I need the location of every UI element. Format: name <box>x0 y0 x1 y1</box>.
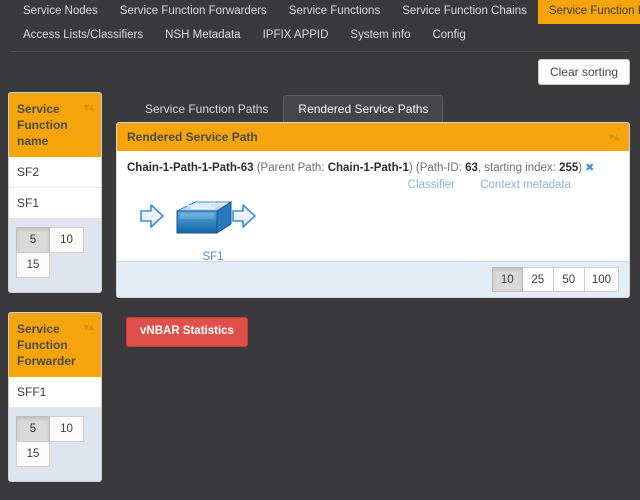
nav-item-service-nodes[interactable]: Service Nodes <box>12 0 109 24</box>
nav-item-service-function-chains[interactable]: Service Function Chains <box>391 0 538 24</box>
page-layout: Service Function name ▾▴ SF2 SF1 5 10 15… <box>0 92 640 500</box>
main-content: Service Function Paths Rendered Service … <box>116 92 630 347</box>
vnbar-section: vNBAR Statistics <box>116 298 630 347</box>
card-body: Chain-1-Path-1-Path-63 (Parent Path: Cha… <box>117 151 629 263</box>
nav-item-ipfix-appid[interactable]: IPFIX APPID <box>252 24 340 48</box>
panel-service-function-name: Service Function name ▾▴ SF2 SF1 5 10 15 <box>8 92 102 293</box>
context-metadata-link[interactable]: Context metadata <box>480 179 571 191</box>
page-size-50-button[interactable]: 50 <box>553 267 585 292</box>
list-item[interactable]: SF2 <box>9 157 101 188</box>
vnbar-statistics-button[interactable]: vNBAR Statistics <box>126 317 248 347</box>
page-size-group: 10 25 50 100 <box>491 267 619 292</box>
nav-item-system-info[interactable]: System info <box>339 24 421 48</box>
path-name: Chain-1-Path-1-Path-63 <box>127 162 254 174</box>
panel-service-function-forwarder: Service Function Forwarder ▾▴ SFF1 5 10 … <box>8 312 102 482</box>
panel-header-service-function-forwarder[interactable]: Service Function Forwarder ▾▴ <box>9 313 101 377</box>
page-size-5-button[interactable]: 5 <box>16 416 50 442</box>
page-size-10-button[interactable]: 10 <box>50 416 84 442</box>
page-size-10-button[interactable]: 10 <box>50 227 84 253</box>
nav-item-service-function-forwarders[interactable]: Service Function Forwarders <box>109 0 278 24</box>
sort-icon[interactable]: ▾▴ <box>609 132 619 143</box>
page-size-15-button[interactable]: 15 <box>16 441 50 467</box>
nav-item-config[interactable]: Config <box>421 24 476 48</box>
nav-row-primary: Service Nodes Service Function Forwarder… <box>0 0 640 24</box>
nav-row-secondary: Access Lists/Classifiers NSH Metadata IP… <box>0 24 640 48</box>
pagination-service-function-forwarder: 5 10 15 <box>9 408 101 481</box>
close-icon[interactable]: ✖ <box>582 162 594 174</box>
page-size-100-button[interactable]: 100 <box>584 267 619 292</box>
list-item[interactable]: SFF1 <box>9 377 101 408</box>
starting-index-value: 255 <box>559 162 579 174</box>
parent-path-value: Chain-1-Path-1 <box>327 162 409 174</box>
nav-item-nsh-metadata[interactable]: NSH Metadata <box>154 24 251 48</box>
card-header-rendered-service-path[interactable]: Rendered Service Path ▾▴ <box>117 123 629 151</box>
list-item[interactable]: SF1 <box>9 188 101 219</box>
tab-rendered-service-paths[interactable]: Rendered Service Paths <box>283 95 444 122</box>
panel-title: Service Function name <box>17 102 68 148</box>
panel-title: Service Function Forwarder <box>17 322 76 368</box>
classifier-link[interactable]: Classifier <box>408 179 455 191</box>
pagination-service-function-name: 5 10 15 <box>9 219 101 292</box>
card-links: Classifier Context metadata <box>127 176 619 191</box>
top-navigation: Service Nodes Service Function Forwarder… <box>0 0 640 52</box>
card-title: Rendered Service Path <box>127 130 258 144</box>
rendered-service-path-card: Rendered Service Path ▾▴ Chain-1-Path-1-… <box>116 122 630 298</box>
rendered-service-path-summary: Chain-1-Path-1-Path-63 (Parent Path: Cha… <box>127 160 619 176</box>
card-footer-pagination: 10 25 50 100 <box>117 261 629 297</box>
nav-item-service-functions[interactable]: Service Functions <box>278 0 391 24</box>
content-tabs: Service Function Paths Rendered Service … <box>116 92 630 122</box>
sidebar: Service Function name ▾▴ SF2 SF1 5 10 15… <box>8 92 102 500</box>
arrow-right-icon <box>232 204 256 228</box>
page-size-15-button[interactable]: 15 <box>16 252 50 278</box>
path-id-value: 63 <box>465 162 478 174</box>
nav-item-access-lists-classifiers[interactable]: Access Lists/Classifiers <box>12 24 154 48</box>
arrow-right-icon <box>140 204 164 228</box>
path-id-prefix: ) (Path-ID: <box>408 162 466 174</box>
page-size-group: 5 10 15 <box>16 416 84 467</box>
starting-index-prefix: , starting index: <box>477 162 560 174</box>
tab-service-function-paths[interactable]: Service Function Paths <box>130 95 283 122</box>
service-path-diagram: SF1 <box>127 191 619 263</box>
page-size-25-button[interactable]: 25 <box>522 267 554 292</box>
service-function-switch-icon <box>176 201 233 234</box>
sort-icon[interactable]: ▾▴ <box>82 321 94 335</box>
sort-icon[interactable]: ▾▴ <box>82 101 94 115</box>
panel-header-service-function-name[interactable]: Service Function name ▾▴ <box>9 93 101 157</box>
clear-sorting-button[interactable]: Clear sorting <box>537 59 630 85</box>
parent-path-prefix: (Parent Path: <box>253 162 328 174</box>
page-size-5-button[interactable]: 5 <box>16 227 50 253</box>
page-size-10-button[interactable]: 10 <box>491 267 523 292</box>
nav-item-service-function-paths[interactable]: Service Function Paths <box>537 0 640 24</box>
page-size-group: 5 10 15 <box>16 227 84 278</box>
toolbar: Clear sorting <box>0 52 640 92</box>
diagram-svg <box>140 201 256 234</box>
